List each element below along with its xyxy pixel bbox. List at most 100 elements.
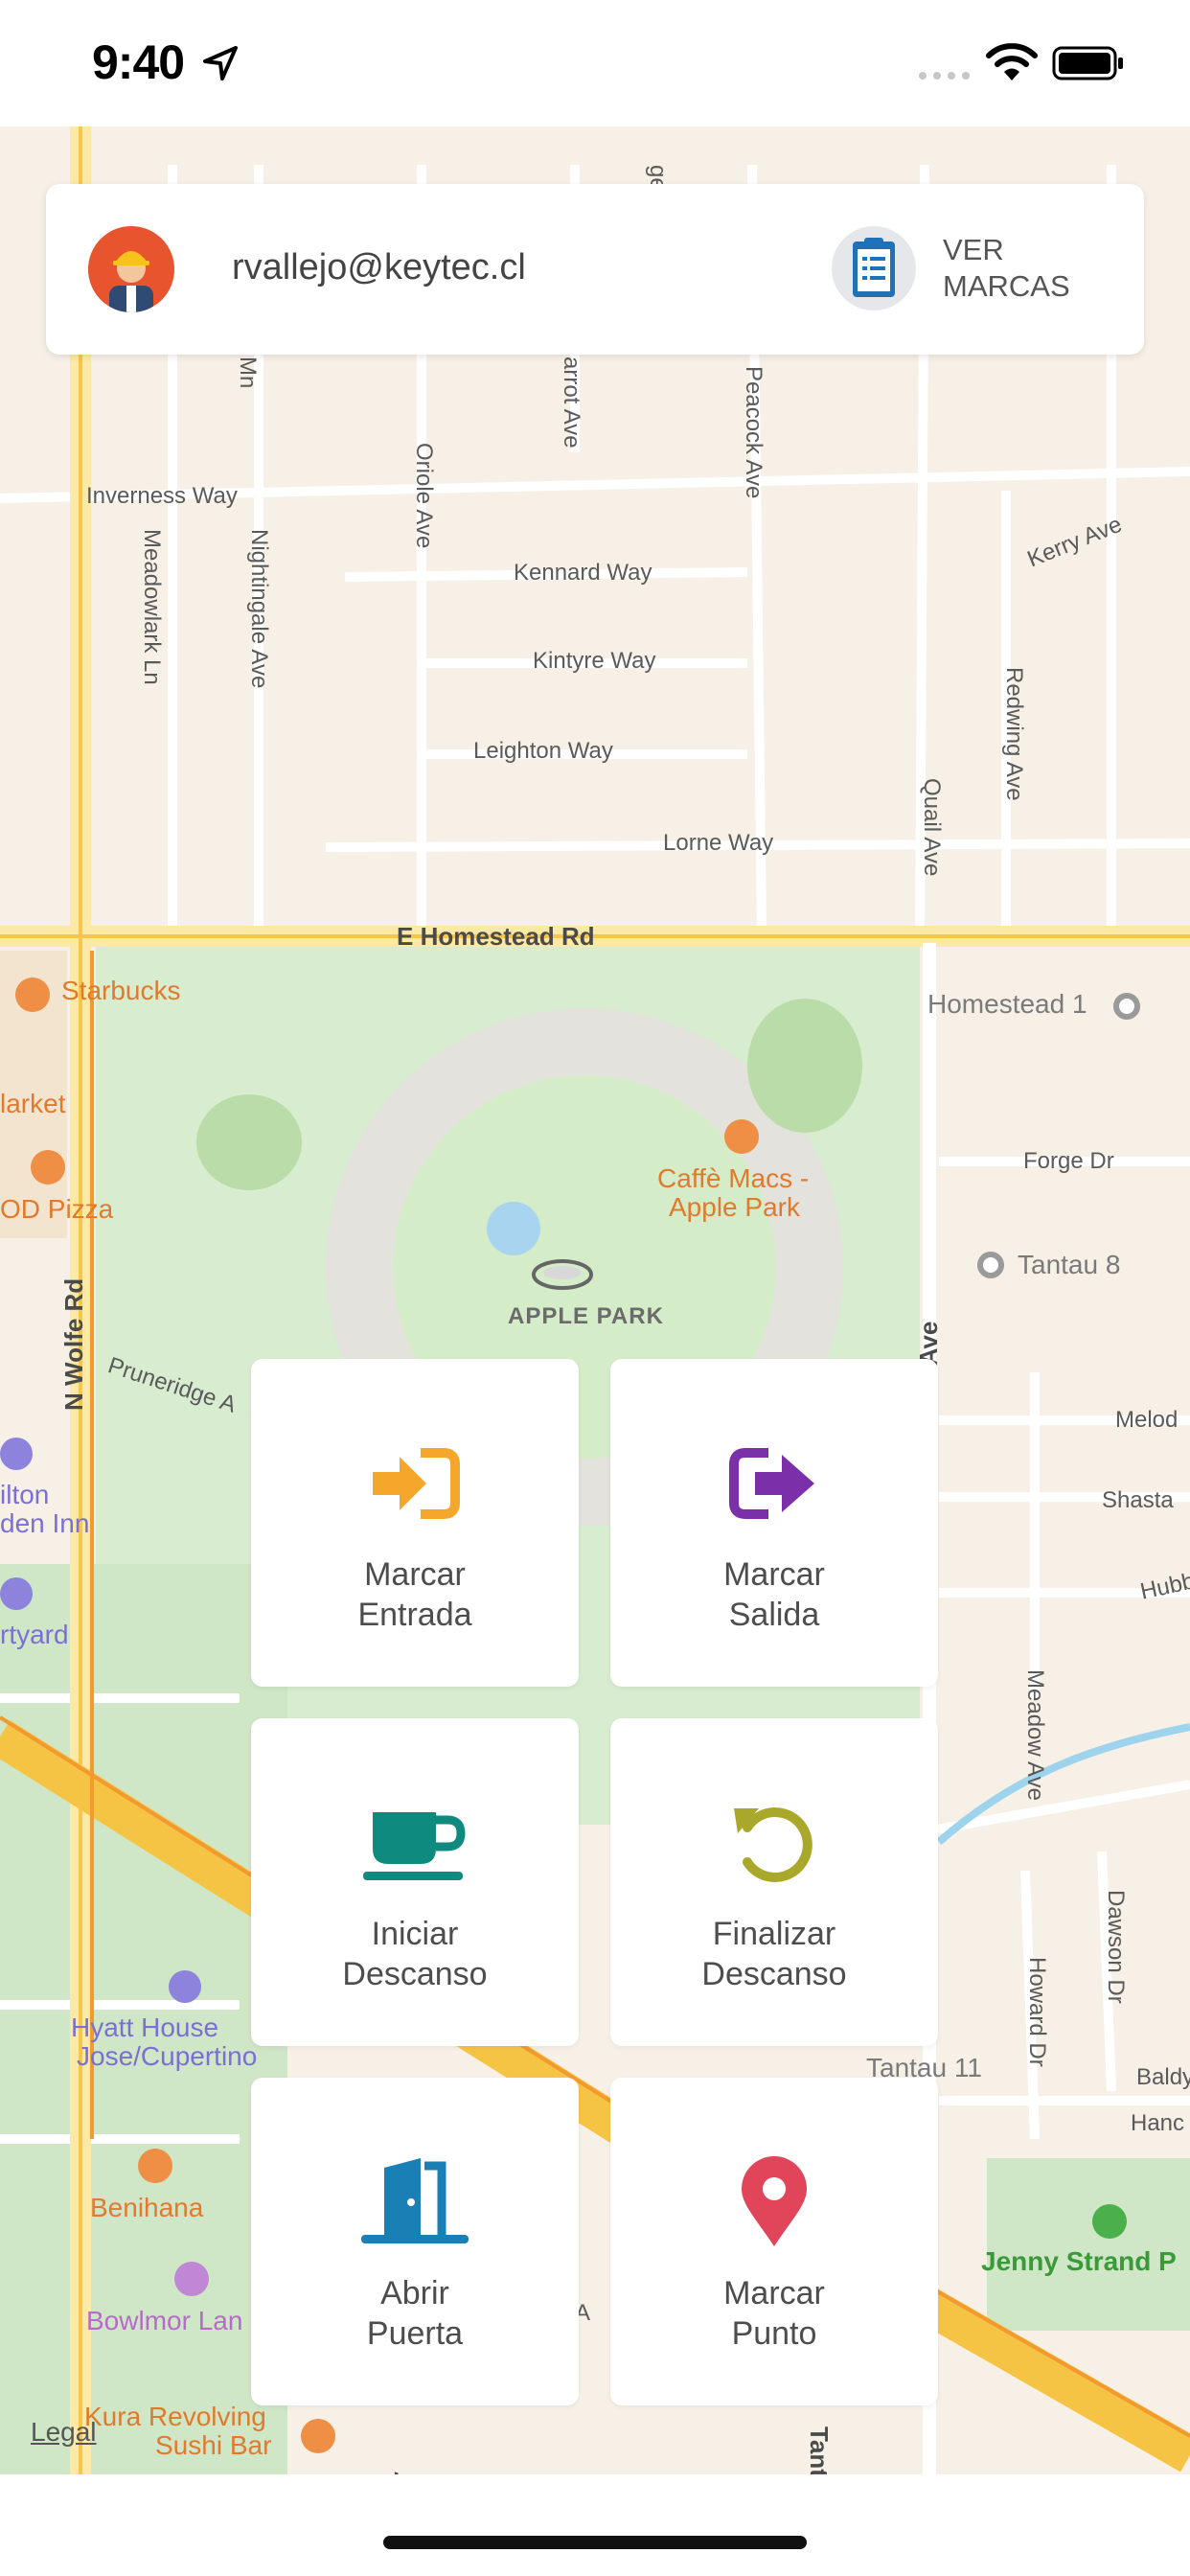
home-indicator[interactable] <box>383 2536 807 2549</box>
map-pin-icon <box>742 2156 807 2246</box>
place-pin-icon[interactable] <box>1113 993 1140 1020</box>
poi-label[interactable]: rtyard <box>0 1620 69 1650</box>
street-label: Meadowlark Ln <box>139 529 165 685</box>
poi-label[interactable]: Tantau 8 <box>1018 1250 1120 1280</box>
hotel-pin-icon[interactable] <box>0 1438 33 1470</box>
street-label: Quail Ave <box>919 778 945 877</box>
street-label: Hanc <box>1131 2110 1185 2136</box>
poi-label[interactable]: Benihana <box>90 2193 203 2223</box>
street-label: Baldy <box>1136 2064 1190 2090</box>
stadium-icon <box>532 1259 593 1290</box>
poi-label[interactable]: den Inn <box>0 1508 89 1539</box>
street-label: Tantau <box>805 2426 834 2474</box>
marcar-punto-button[interactable]: Marcar Punto <box>610 2078 938 2405</box>
avatar[interactable] <box>88 226 174 312</box>
status-time: 9:40 <box>92 35 185 89</box>
street-label: Howard Dr <box>1024 1957 1050 2067</box>
action-label-line1: Marcar <box>723 1556 825 1593</box>
poi-label[interactable]: Sushi Bar <box>155 2430 271 2461</box>
action-label: Marcar Entrada <box>251 1554 579 1635</box>
poi-label[interactable]: Homestead 1 <box>927 989 1087 1020</box>
sign-in-icon <box>373 1448 460 1519</box>
park-pin-icon[interactable] <box>1092 2204 1127 2239</box>
wifi-icon <box>986 43 1038 80</box>
street-label: E Homestead Rd <box>397 922 595 951</box>
finalizar-descanso-button[interactable]: Finalizar Descanso <box>610 1718 938 2046</box>
action-label-line1: Marcar <box>723 2275 825 2312</box>
street-label: Peacock Ave <box>741 366 767 499</box>
abrir-puerta-button[interactable]: Abrir Puerta <box>251 2078 579 2405</box>
undo-icon <box>734 1807 812 1882</box>
poi-label[interactable]: Caffè Macs - <box>657 1163 809 1194</box>
user-header-card: rvallejo@keytec.cl VER MARCAS <box>46 184 1144 355</box>
restaurant-pin-icon[interactable] <box>301 2419 335 2453</box>
legal-link[interactable]: Legal <box>31 2417 97 2448</box>
street-label: Melod <box>1115 1407 1179 1433</box>
poi-label[interactable]: APPLE PARK <box>508 1303 664 1330</box>
poi-label[interactable]: Apple Park <box>669 1192 800 1223</box>
action-label: Finalizar Descanso <box>610 1914 938 1994</box>
bottom-safe-area <box>0 2474 1190 2576</box>
ver-marcas-button[interactable] <box>832 226 916 310</box>
poi-label[interactable]: larket <box>0 1089 65 1119</box>
bowling-pin-icon[interactable] <box>174 2262 209 2296</box>
street-label: Forge Dr <box>1023 1148 1114 1174</box>
action-label-line2: Entrada <box>357 1597 472 1633</box>
action-label-line1: Iniciar <box>371 1916 459 1952</box>
action-label-line1: Marcar <box>364 1556 466 1593</box>
action-grid: Marcar Entrada Marcar Salida Iniciar Des… <box>251 1359 939 2405</box>
action-label-line2: Descanso <box>701 1956 847 1992</box>
marcar-entrada-button[interactable]: Marcar Entrada <box>251 1359 579 1687</box>
poi-label[interactable]: Kura Revolving <box>84 2402 266 2432</box>
door-icon <box>361 2158 469 2243</box>
hotel-pin-icon[interactable] <box>0 1577 33 1610</box>
poi-label[interactable]: Hyatt House <box>71 2012 218 2043</box>
street-label: Dawson Dr <box>1103 1890 1129 2004</box>
street-label: Oriole Ave <box>411 443 437 549</box>
clipboard-icon <box>853 238 895 297</box>
street-label: Shasta <box>1102 1487 1174 1513</box>
action-label-line2: Salida <box>728 1597 820 1633</box>
location-arrow-icon <box>203 46 238 80</box>
street-label: Mn <box>235 356 261 389</box>
ver-marcas-line2: MARCAS <box>943 269 1070 303</box>
street-label: Redwing Ave <box>1001 667 1027 801</box>
action-label: Marcar Punto <box>610 2273 938 2354</box>
status-bar: 9:40 <box>0 0 1190 126</box>
street-label: arrot Ave <box>559 356 584 448</box>
poi-label[interactable]: Starbucks <box>61 976 181 1006</box>
restaurant-pin-icon[interactable] <box>724 1119 759 1154</box>
hotel-pin-icon[interactable] <box>169 1970 201 2003</box>
poi-label[interactable]: ilton <box>0 1480 49 1510</box>
action-label-line2: Puerta <box>366 2315 464 2352</box>
coffee-icon <box>363 1812 466 1880</box>
cafe-pin-icon[interactable] <box>15 978 50 1012</box>
place-pin-icon[interactable] <box>977 1252 1004 1278</box>
street-label: Inverness Way <box>86 483 238 509</box>
action-label-line1: Finalizar <box>712 1916 836 1952</box>
action-label: Abrir Puerta <box>251 2273 579 2354</box>
iniciar-descanso-button[interactable]: Iniciar Descanso <box>251 1718 579 2046</box>
action-label: Iniciar Descanso <box>251 1914 579 1994</box>
restaurant-pin-icon[interactable] <box>138 2149 172 2183</box>
street-label: Nightingale Ave <box>246 529 272 689</box>
poi-label[interactable]: Jenny Strand P <box>981 2246 1177 2277</box>
street-label: Kintyre Way <box>533 648 656 674</box>
street-label: N Wolfe Rd <box>59 1277 88 1411</box>
action-label-line1: Abrir <box>380 2275 449 2312</box>
pizza-pin-icon[interactable] <box>31 1150 65 1184</box>
action-label-line2: Punto <box>731 2315 817 2352</box>
poi-label[interactable]: OD Pizza <box>0 1194 113 1225</box>
poi-label[interactable]: Bowlmor Lan <box>86 2306 242 2336</box>
ver-marcas-line1: VER <box>943 233 1004 266</box>
battery-icon <box>1052 46 1123 80</box>
street-label: Kennard Way <box>514 560 652 586</box>
street-label: Meadow Ave <box>1022 1669 1048 1801</box>
ver-marcas-label[interactable]: VER MARCAS <box>943 232 1115 305</box>
worker-avatar-icon <box>88 226 174 312</box>
user-email: rvallejo@keytec.cl <box>232 247 526 288</box>
poi-label[interactable]: Jose/Cupertino <box>77 2041 257 2072</box>
street-label: Leighton Way <box>473 738 613 764</box>
marcar-salida-button[interactable]: Marcar Salida <box>610 1359 938 1687</box>
street-label: Lorne Way <box>663 830 774 856</box>
